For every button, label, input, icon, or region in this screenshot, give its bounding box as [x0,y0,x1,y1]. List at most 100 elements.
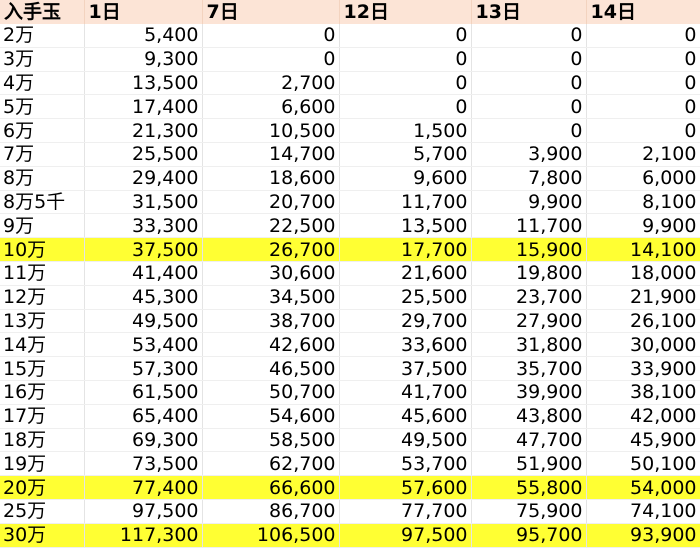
row-label-cell[interactable]: 30万 [0,523,85,548]
value-cell[interactable]: 26,100 [586,309,700,334]
value-cell[interactable]: 23,700 [471,285,587,310]
value-cell[interactable]: 65,400 [84,404,203,429]
value-cell[interactable]: 95,700 [471,523,587,548]
value-cell[interactable]: 13,500 [84,71,203,96]
row-label-cell[interactable]: 16万 [0,380,85,405]
value-cell[interactable]: 66,600 [202,475,340,500]
value-cell[interactable]: 6,600 [202,94,340,120]
value-cell[interactable]: 45,600 [339,404,472,429]
value-cell[interactable]: 13,500 [339,213,472,239]
row-label-cell[interactable]: 2万 [0,24,85,48]
row-label-cell[interactable]: 9万 [0,213,85,239]
value-cell[interactable]: 14,700 [202,142,340,167]
value-cell[interactable]: 69,300 [84,428,203,453]
value-cell[interactable]: 55,800 [471,475,587,500]
value-cell[interactable]: 45,900 [586,428,700,453]
value-cell[interactable]: 30,000 [586,332,700,358]
value-cell[interactable]: 7,800 [471,166,587,191]
value-cell[interactable]: 0 [586,24,700,48]
value-cell[interactable]: 54,600 [202,404,340,429]
value-cell[interactable]: 35,700 [471,356,587,381]
value-cell[interactable]: 8,100 [586,190,700,215]
value-cell[interactable]: 49,500 [84,309,203,334]
value-cell[interactable]: 41,700 [339,380,472,405]
value-cell[interactable]: 25,500 [339,285,472,310]
header-cell-day12[interactable]: 12日 [339,0,472,24]
value-cell[interactable]: 31,800 [471,332,587,358]
value-cell[interactable]: 62,700 [202,451,340,477]
value-cell[interactable]: 33,300 [84,213,203,239]
value-cell[interactable]: 9,900 [471,190,587,215]
row-label-cell[interactable]: 4万 [0,71,85,96]
row-label-cell[interactable]: 25万 [0,499,85,524]
value-cell[interactable]: 9,600 [339,166,472,191]
value-cell[interactable]: 75,900 [471,499,587,524]
value-cell[interactable]: 53,400 [84,332,203,358]
value-cell[interactable]: 26,700 [202,237,340,262]
row-label-cell[interactable]: 8万5千 [0,190,85,215]
header-cell-day14[interactable]: 14日 [586,0,700,24]
value-cell[interactable]: 30,600 [202,261,340,286]
value-cell[interactable]: 9,900 [586,213,700,239]
value-cell[interactable]: 11,700 [471,213,587,239]
value-cell[interactable]: 27,900 [471,309,587,334]
value-cell[interactable]: 29,400 [84,166,203,191]
value-cell[interactable]: 93,900 [586,523,700,548]
value-cell[interactable]: 0 [339,24,472,48]
value-cell[interactable]: 0 [471,47,587,72]
value-cell[interactable]: 2,100 [586,142,700,167]
value-cell[interactable]: 11,700 [339,190,472,215]
value-cell[interactable]: 61,500 [84,380,203,405]
row-label-cell[interactable]: 5万 [0,94,85,120]
value-cell[interactable]: 43,800 [471,404,587,429]
row-label-cell[interactable]: 8万 [0,166,85,191]
value-cell[interactable]: 0 [471,24,587,48]
value-cell[interactable]: 38,700 [202,309,340,334]
value-cell[interactable]: 54,000 [586,475,700,500]
value-cell[interactable]: 20,700 [202,190,340,215]
value-cell[interactable]: 86,700 [202,499,340,524]
value-cell[interactable]: 50,100 [586,451,700,477]
row-label-cell[interactable]: 11万 [0,261,85,286]
row-label-cell[interactable]: 15万 [0,356,85,381]
value-cell[interactable]: 0 [339,94,472,120]
row-label-cell[interactable]: 13万 [0,309,85,334]
value-cell[interactable]: 0 [586,47,700,72]
value-cell[interactable]: 5,400 [84,24,203,48]
row-label-cell[interactable]: 12万 [0,285,85,310]
value-cell[interactable]: 5,700 [339,142,472,167]
value-cell[interactable]: 18,000 [586,261,700,286]
value-cell[interactable]: 21,300 [84,118,203,143]
value-cell[interactable]: 51,900 [471,451,587,477]
value-cell[interactable]: 42,000 [586,404,700,429]
value-cell[interactable]: 6,000 [586,166,700,191]
value-cell[interactable]: 33,900 [586,356,700,381]
value-cell[interactable]: 47,700 [471,428,587,453]
value-cell[interactable]: 42,600 [202,332,340,358]
value-cell[interactable]: 9,300 [84,47,203,72]
value-cell[interactable]: 50,700 [202,380,340,405]
value-cell[interactable]: 17,400 [84,94,203,120]
row-label-cell[interactable]: 10万 [0,237,85,262]
row-label-cell[interactable]: 14万 [0,332,85,358]
value-cell[interactable]: 10,500 [202,118,340,143]
value-cell[interactable]: 117,300 [84,523,203,548]
value-cell[interactable]: 3,900 [471,142,587,167]
row-label-cell[interactable]: 19万 [0,451,85,477]
value-cell[interactable]: 77,400 [84,475,203,500]
row-label-cell[interactable]: 3万 [0,47,85,72]
value-cell[interactable]: 41,400 [84,261,203,286]
value-cell[interactable]: 74,100 [586,499,700,524]
value-cell[interactable]: 1,500 [339,118,472,143]
header-cell-day1[interactable]: 1日 [84,0,203,24]
value-cell[interactable]: 0 [586,71,700,96]
value-cell[interactable]: 39,900 [471,380,587,405]
value-cell[interactable]: 21,600 [339,261,472,286]
value-cell[interactable]: 45,300 [84,285,203,310]
value-cell[interactable]: 31,500 [84,190,203,215]
value-cell[interactable]: 58,500 [202,428,340,453]
value-cell[interactable]: 57,600 [339,475,472,500]
value-cell[interactable]: 0 [339,71,472,96]
value-cell[interactable]: 37,500 [339,356,472,381]
value-cell[interactable]: 0 [586,118,700,143]
